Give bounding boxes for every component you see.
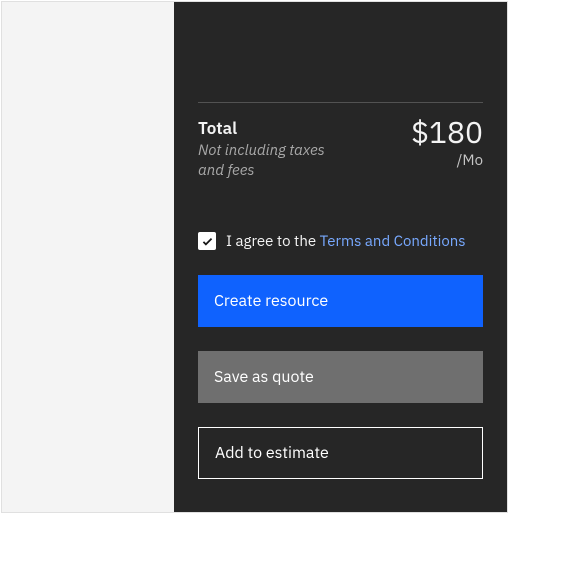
total-left: Total Not including taxes and fees bbox=[198, 117, 338, 182]
total-label: Total bbox=[198, 117, 338, 139]
agreement-checkbox[interactable] bbox=[198, 232, 216, 250]
left-spacer bbox=[2, 2, 174, 512]
agreement-text: I agree to the Terms and Conditions bbox=[226, 232, 466, 251]
total-section: Total Not including taxes and fees $180 … bbox=[198, 103, 483, 182]
save-as-quote-button[interactable]: Save as quote bbox=[198, 351, 483, 403]
checkmark-icon bbox=[201, 235, 214, 248]
create-resource-button[interactable]: Create resource bbox=[198, 275, 483, 327]
summary-panel: Total Not including taxes and fees $180 … bbox=[174, 2, 507, 512]
total-amount: $180 bbox=[411, 117, 483, 149]
agreement-prefix: I agree to the bbox=[226, 232, 320, 251]
total-sublabel: Not including taxes and fees bbox=[198, 141, 338, 182]
panel-top-spacer bbox=[198, 2, 483, 102]
terms-link[interactable]: Terms and Conditions bbox=[320, 232, 466, 251]
add-to-estimate-button[interactable]: Add to estimate bbox=[198, 427, 483, 479]
total-period: /Mo bbox=[457, 151, 483, 170]
button-group: Create resource Save as quote Add to est… bbox=[198, 275, 483, 479]
agreement-row: I agree to the Terms and Conditions bbox=[198, 232, 483, 251]
total-right: $180 /Mo bbox=[411, 117, 483, 170]
